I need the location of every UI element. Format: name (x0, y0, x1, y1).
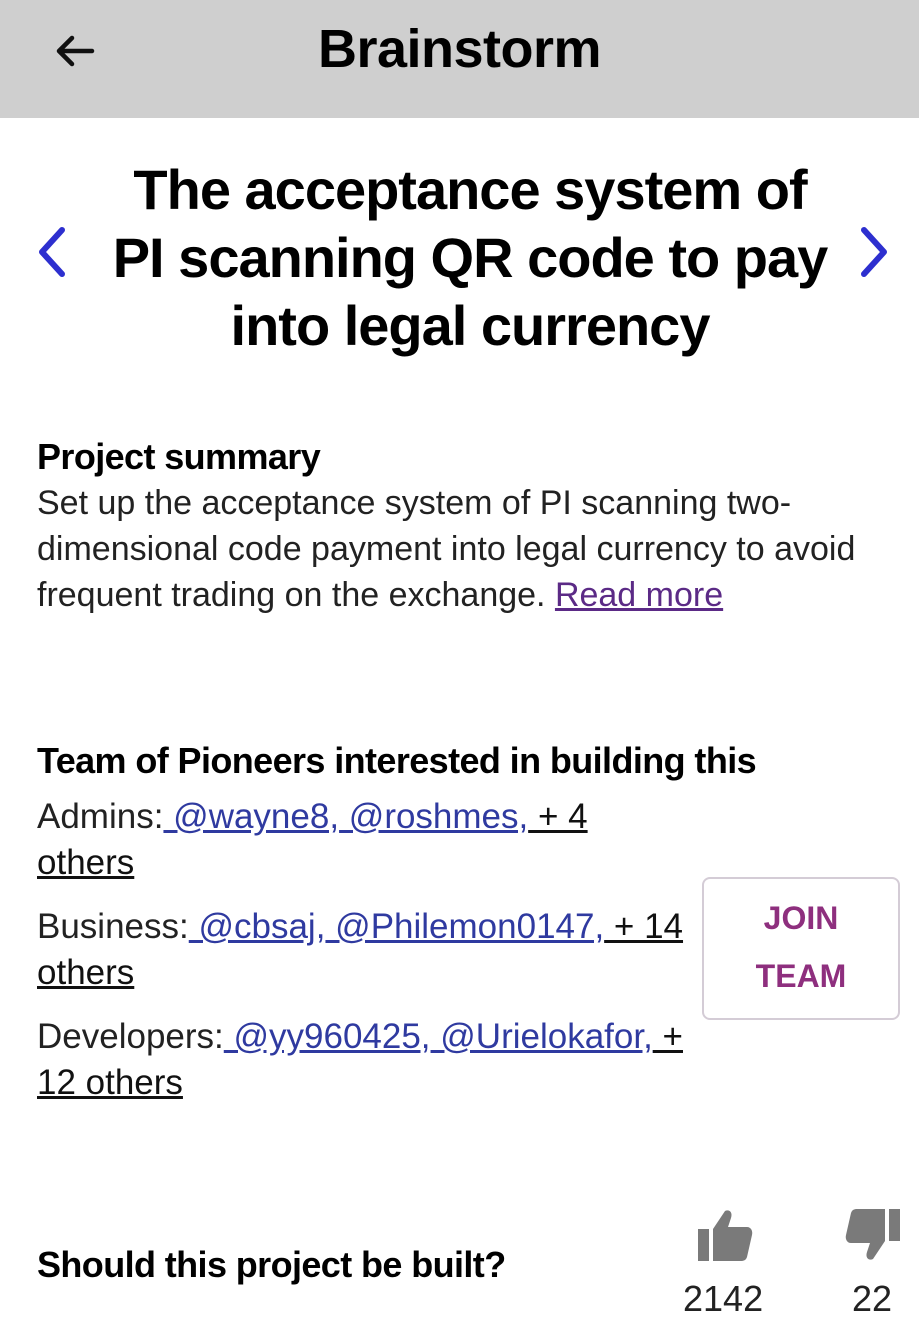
chevron-left-icon (39, 227, 65, 277)
business-line: Business: @cbsaj, @Philemon0147, + 14 ot… (37, 904, 687, 996)
join-team-button[interactable]: JOIN TEAM (702, 877, 900, 1020)
business-mention-2[interactable]: @Philemon0147, (325, 907, 604, 946)
admin-mention-1[interactable]: @wayne8, (163, 797, 339, 836)
app-title: Brainstorm (317, 19, 602, 79)
thumbs-up-icon (698, 1210, 753, 1261)
vote-question: Should this project be built? (37, 1244, 506, 1285)
admins-label: Admins: (37, 797, 164, 836)
admin-mention-2[interactable]: @roshmes, (339, 797, 528, 836)
upvote-button[interactable] (695, 1205, 755, 1265)
team-heading: Team of Pioneers interested in building … (37, 740, 757, 781)
join-label-line1: JOIN (763, 900, 839, 936)
join-label-line2: TEAM (755, 958, 847, 994)
downvote-button[interactable] (843, 1205, 903, 1265)
project-title: The acceptance system of PI scanning QR … (112, 158, 829, 357)
previous-project-button[interactable] (30, 222, 74, 282)
business-mention-1[interactable]: @cbsaj, (189, 907, 325, 946)
summary-text: Set up the acceptance system of PI scann… (37, 480, 897, 618)
upvote-count: 2142 (683, 1278, 764, 1319)
developer-mention-2[interactable]: @Urielokafor, (431, 1017, 653, 1056)
next-project-button[interactable] (852, 222, 896, 282)
developer-mention-1[interactable]: @yy960425, (224, 1017, 430, 1056)
business-label: Business: (37, 907, 189, 946)
admins-line: Admins: @wayne8, @roshmes, + 4 others (37, 794, 687, 886)
developers-line: Developers: @yy960425, @Urielokafor, + 1… (37, 1014, 687, 1106)
summary-body: Set up the acceptance system of PI scann… (37, 484, 856, 614)
thumbs-down-icon (845, 1209, 900, 1260)
developers-label: Developers: (37, 1017, 224, 1056)
chevron-right-icon (861, 227, 887, 277)
read-more-link[interactable]: Read more (555, 576, 723, 614)
app-bar: Brainstorm (0, 0, 919, 118)
summary-heading: Project summary (37, 436, 321, 477)
downvote-count: 22 (852, 1278, 893, 1319)
